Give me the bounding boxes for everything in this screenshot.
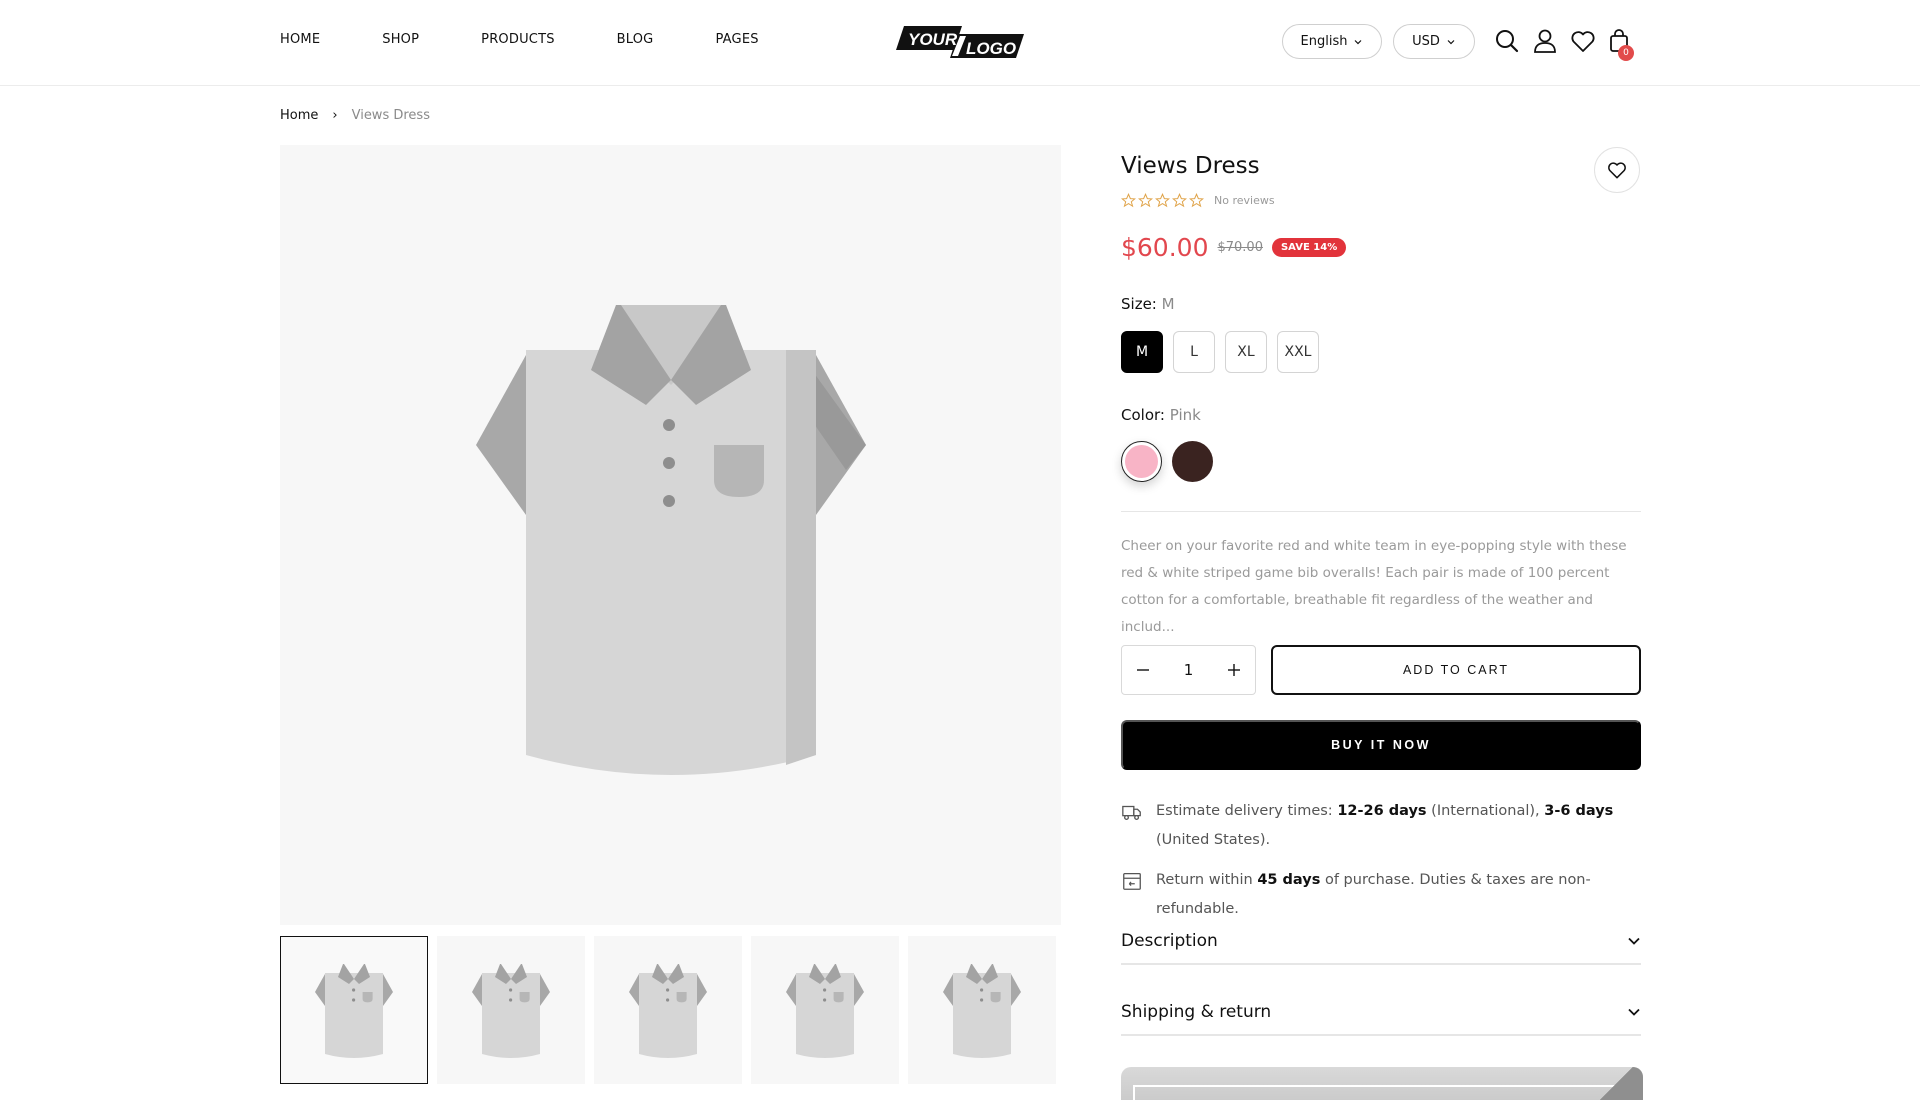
- svg-text:LOGO: LOGO: [966, 39, 1016, 58]
- delivery-text: Estimate delivery times: 12-26 days (Int…: [1156, 803, 1614, 848]
- nav-pages[interactable]: PAGES: [715, 32, 758, 47]
- size-option-xl[interactable]: XL: [1225, 331, 1267, 373]
- save-badge: SAVE 14%: [1271, 238, 1347, 257]
- thumbnail-3[interactable]: [594, 936, 742, 1084]
- compare-price: $70.00: [1217, 240, 1263, 255]
- reviews-count[interactable]: No reviews: [1214, 194, 1275, 207]
- delivery-truck-icon: [1122, 805, 1141, 820]
- quantity-increase-button[interactable]: [1225, 661, 1243, 679]
- wishlist-button[interactable]: [1594, 147, 1640, 193]
- size-option-xxl[interactable]: XXL: [1277, 331, 1319, 373]
- color-label: Color: Pink: [1121, 406, 1201, 424]
- shirt-image: [475, 305, 866, 775]
- price-row: $60.00 $70.00 SAVE 14%: [1121, 233, 1347, 262]
- nav-home[interactable]: HOME: [280, 32, 320, 47]
- star-icon: [1138, 193, 1153, 208]
- breadcrumb-home[interactable]: Home: [280, 108, 318, 123]
- shirt-thumbnail: [786, 964, 864, 1058]
- breadcrumb-separator: ›: [332, 108, 338, 123]
- language-selector[interactable]: English: [1282, 24, 1382, 59]
- plus-icon: [1227, 664, 1240, 676]
- size-option-m[interactable]: M: [1121, 331, 1163, 373]
- currency-value: USD: [1412, 34, 1440, 49]
- thumbnail-5[interactable]: [908, 936, 1056, 1084]
- color-swatch-dark-brown: [1172, 441, 1213, 482]
- shirt-thumbnail: [629, 964, 707, 1058]
- nav-products[interactable]: PRODUCTS: [481, 32, 555, 47]
- chevron-down-icon: [1447, 39, 1455, 44]
- description-accordion[interactable]: Description: [1121, 919, 1641, 965]
- shirt-thumbnail: [472, 964, 550, 1058]
- shipping-accordion-title: Shipping & return: [1121, 1002, 1272, 1022]
- color-option-dark-brown[interactable]: [1172, 441, 1213, 482]
- breadcrumb: Home › Views Dress: [280, 108, 430, 123]
- promo-banner-corner: [1583, 1067, 1643, 1100]
- color-selected-value: Pink: [1169, 406, 1201, 424]
- site-header: HOME SHOP PRODUCTS BLOG PAGES YOUR LOGO …: [0, 0, 1920, 86]
- promo-banner[interactable]: [1121, 1067, 1643, 1100]
- heart-icon: [1608, 162, 1626, 179]
- cart-count-badge: 0: [1618, 45, 1634, 61]
- return-box-icon: [1123, 873, 1141, 890]
- chevron-down-icon: [1628, 937, 1640, 945]
- star-icon: [1189, 193, 1204, 208]
- product-title: Views Dress: [1121, 153, 1260, 179]
- thumbnail-strip: [280, 936, 1056, 1084]
- chevron-down-icon: [1628, 1008, 1640, 1016]
- shirt-thumbnail: [943, 964, 1021, 1058]
- buy-now-button[interactable]: BUY IT NOW: [1121, 720, 1641, 770]
- quantity-value[interactable]: 1: [1184, 661, 1194, 679]
- heart-icon[interactable]: [1570, 28, 1596, 54]
- size-options: M L XL XXL: [1121, 331, 1319, 373]
- return-info: Return within 45 days of purchase. Dutie…: [1121, 866, 1641, 924]
- quantity-stepper: 1: [1121, 645, 1256, 695]
- thumbnail-2[interactable]: [437, 936, 585, 1084]
- thumbnail-4[interactable]: [751, 936, 899, 1084]
- minus-icon: [1137, 669, 1149, 671]
- nav-shop[interactable]: SHOP: [382, 32, 419, 47]
- color-options: [1121, 441, 1213, 482]
- return-text: Return within 45 days of purchase. Dutie…: [1156, 872, 1591, 917]
- size-option-l[interactable]: L: [1173, 331, 1215, 373]
- star-icon: [1172, 193, 1187, 208]
- divider: [1121, 511, 1641, 512]
- color-label-text: Color:: [1121, 406, 1165, 424]
- svg-text:YOUR: YOUR: [908, 30, 958, 49]
- size-label-text: Size:: [1121, 295, 1157, 313]
- description-accordion-title: Description: [1121, 931, 1218, 951]
- thumbnail-1[interactable]: [280, 936, 428, 1084]
- shirt-thumbnail: [315, 964, 393, 1058]
- main-product-image[interactable]: [280, 145, 1061, 925]
- product-description: Cheer on your favorite red and white tea…: [1121, 538, 1627, 635]
- product-rating: No reviews: [1121, 193, 1275, 208]
- add-to-cart-button[interactable]: ADD TO CART: [1271, 645, 1641, 695]
- quantity-decrease-button[interactable]: [1134, 661, 1152, 679]
- currency-selector[interactable]: USD: [1393, 24, 1475, 59]
- breadcrumb-current: Views Dress: [351, 108, 430, 123]
- size-label: Size: M: [1121, 295, 1175, 313]
- star-icon: [1121, 193, 1136, 208]
- size-selected-value: M: [1161, 295, 1175, 313]
- shipping-accordion[interactable]: Shipping & return: [1121, 990, 1641, 1036]
- site-logo[interactable]: YOUR LOGO: [896, 24, 1026, 60]
- nav-blog[interactable]: BLOG: [617, 32, 654, 47]
- promo-banner-frame: [1133, 1085, 1629, 1100]
- delivery-info: Estimate delivery times: 12-26 days (Int…: [1121, 797, 1641, 855]
- chevron-down-icon: [1355, 39, 1362, 44]
- language-value: English: [1300, 34, 1348, 49]
- star-icon: [1155, 193, 1170, 208]
- search-icon[interactable]: [1494, 28, 1520, 54]
- main-nav: HOME SHOP PRODUCTS BLOG PAGES: [280, 32, 821, 47]
- color-swatch-pink: [1125, 445, 1158, 478]
- color-option-pink[interactable]: [1121, 441, 1162, 482]
- user-icon[interactable]: [1532, 28, 1558, 54]
- sale-price: $60.00: [1121, 233, 1209, 262]
